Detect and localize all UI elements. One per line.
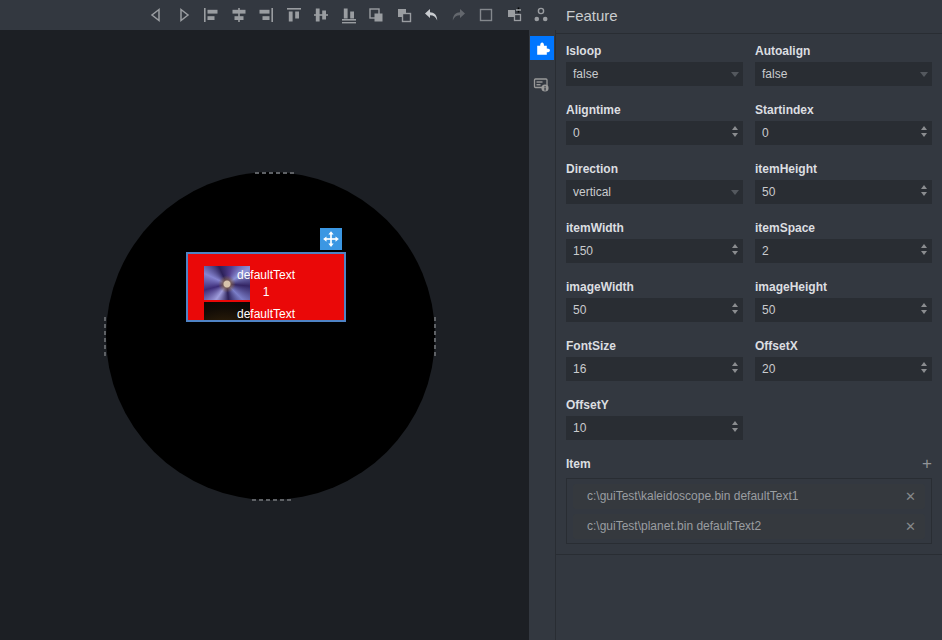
- field-label: itemSpace: [755, 221, 932, 235]
- anchor-dash-bottom: [252, 499, 292, 501]
- field-label: itemWidth: [566, 221, 743, 235]
- panel-title: Feature: [566, 7, 618, 24]
- field-label: Startindex: [755, 103, 932, 117]
- chevron-down-icon: [731, 72, 739, 77]
- startindex-input[interactable]: 0: [755, 121, 932, 145]
- chevron-down-icon: [731, 190, 739, 195]
- field-startindex: Startindex 0: [755, 103, 932, 145]
- direction-select[interactable]: vertical: [566, 180, 743, 204]
- spinner-icons[interactable]: [732, 126, 738, 137]
- spinner-icons[interactable]: [732, 244, 738, 255]
- field-imageheight: imageHeight 50: [755, 280, 932, 322]
- field-itemspace: itemSpace 2: [755, 221, 932, 263]
- field-itemwidth: itemWidth 150: [566, 221, 743, 263]
- spinner-icons[interactable]: [921, 362, 927, 373]
- puzzle-icon: [533, 39, 551, 57]
- anchor-dash-right: [434, 317, 436, 357]
- spinner-icons[interactable]: [921, 303, 927, 314]
- align-top-icon[interactable]: [285, 6, 303, 24]
- spinner-icons[interactable]: [921, 244, 927, 255]
- list-widget-circle[interactable]: [106, 172, 435, 500]
- chevron-down-icon: [920, 72, 928, 77]
- item-label: Item: [566, 457, 932, 471]
- autoalign-select[interactable]: false: [755, 62, 932, 86]
- itemwidth-input[interactable]: 150: [566, 239, 743, 263]
- replace-icon[interactable]: [505, 6, 523, 24]
- field-label: Autoalign: [755, 44, 932, 58]
- remove-item-icon[interactable]: ✕: [905, 484, 916, 509]
- field-isloop: Isloop false: [566, 44, 743, 86]
- align-bottom-icon[interactable]: [340, 6, 358, 24]
- align-right-icon[interactable]: [257, 6, 275, 24]
- design-canvas[interactable]: defaultText1 defaultText: [0, 30, 529, 640]
- move-icon: [322, 230, 340, 248]
- move-handle[interactable]: [320, 228, 342, 250]
- item-row[interactable]: c:\guiTest\planet.bin defaultText2 ✕: [573, 514, 925, 539]
- nav-back-icon[interactable]: [147, 6, 165, 24]
- undo-icon[interactable]: [422, 6, 440, 24]
- bring-forward-icon[interactable]: [367, 6, 385, 24]
- tab-properties[interactable]: [532, 75, 550, 93]
- align-center-horizontal-icon[interactable]: [230, 6, 248, 24]
- nav-forward-icon[interactable]: [175, 6, 193, 24]
- item1-text: defaultText1: [188, 267, 344, 301]
- anchor-dash-top: [255, 172, 295, 174]
- spinner-icons[interactable]: [732, 421, 738, 432]
- send-backward-icon[interactable]: [395, 6, 413, 24]
- field-offsety: OffsetY 10: [566, 398, 743, 440]
- field-direction: Direction vertical: [566, 162, 743, 204]
- feature-panel: Feature Isloop false Autoalign false Ali…: [556, 0, 942, 640]
- fontsize-input[interactable]: 16: [566, 357, 743, 381]
- spinner-icons[interactable]: [732, 303, 738, 314]
- field-label: FontSize: [566, 339, 743, 353]
- field-offsetx: OffsetX 20: [755, 339, 932, 381]
- align-middle-vertical-icon[interactable]: [312, 6, 330, 24]
- imagewidth-input[interactable]: 50: [566, 298, 743, 322]
- align-left-icon[interactable]: [202, 6, 220, 24]
- field-label: imageHeight: [755, 280, 932, 294]
- field-fontsize: FontSize 16: [566, 339, 743, 381]
- add-item-button[interactable]: +: [922, 455, 932, 473]
- remove-item-icon[interactable]: ✕: [905, 514, 916, 539]
- field-itemheight: itemHeight 50: [755, 162, 932, 204]
- field-imagewidth: imageWidth 50: [566, 280, 743, 322]
- field-aligntime: Aligntime 0: [566, 103, 743, 145]
- form-info-icon: [532, 75, 550, 93]
- redo-icon[interactable]: [450, 6, 468, 24]
- isloop-select[interactable]: false: [566, 62, 743, 86]
- selection-rect-icon[interactable]: [477, 6, 495, 24]
- field-autoalign: Autoalign false: [755, 44, 932, 86]
- section-divider: [556, 554, 942, 555]
- spinner-icons[interactable]: [921, 126, 927, 137]
- header-divider: [556, 33, 942, 34]
- field-label: Direction: [566, 162, 743, 176]
- field-label: imageWidth: [566, 280, 743, 294]
- tab-feature[interactable]: [530, 36, 554, 60]
- selected-list-element[interactable]: defaultText1 defaultText: [186, 252, 346, 322]
- field-label: OffsetX: [755, 339, 932, 353]
- field-label: Isloop: [566, 44, 743, 58]
- offsetx-input[interactable]: 20: [755, 357, 932, 381]
- anchor-dash-left: [104, 317, 106, 357]
- aligntime-input[interactable]: 0: [566, 121, 743, 145]
- offsety-input[interactable]: 10: [566, 416, 743, 440]
- item-row[interactable]: c:\guiTest\kaleidoscope.bin defaultText1…: [573, 484, 925, 509]
- spinner-icons[interactable]: [732, 362, 738, 373]
- imageheight-input[interactable]: 50: [755, 298, 932, 322]
- item-list: c:\guiTest\kaleidoscope.bin defaultText1…: [566, 478, 932, 544]
- hierarchy-icon[interactable]: [532, 6, 550, 24]
- item2-text: defaultText: [188, 306, 344, 322]
- field-label: Aligntime: [566, 103, 743, 117]
- spinner-icons[interactable]: [921, 185, 927, 196]
- field-label: OffsetY: [566, 398, 743, 412]
- itemheight-input[interactable]: 50: [755, 180, 932, 204]
- field-label: itemHeight: [755, 162, 932, 176]
- canvas-toolbar: [147, 0, 560, 30]
- item-section: Item + c:\guiTest\kaleidoscope.bin defau…: [566, 457, 932, 544]
- itemspace-input[interactable]: 2: [755, 239, 932, 263]
